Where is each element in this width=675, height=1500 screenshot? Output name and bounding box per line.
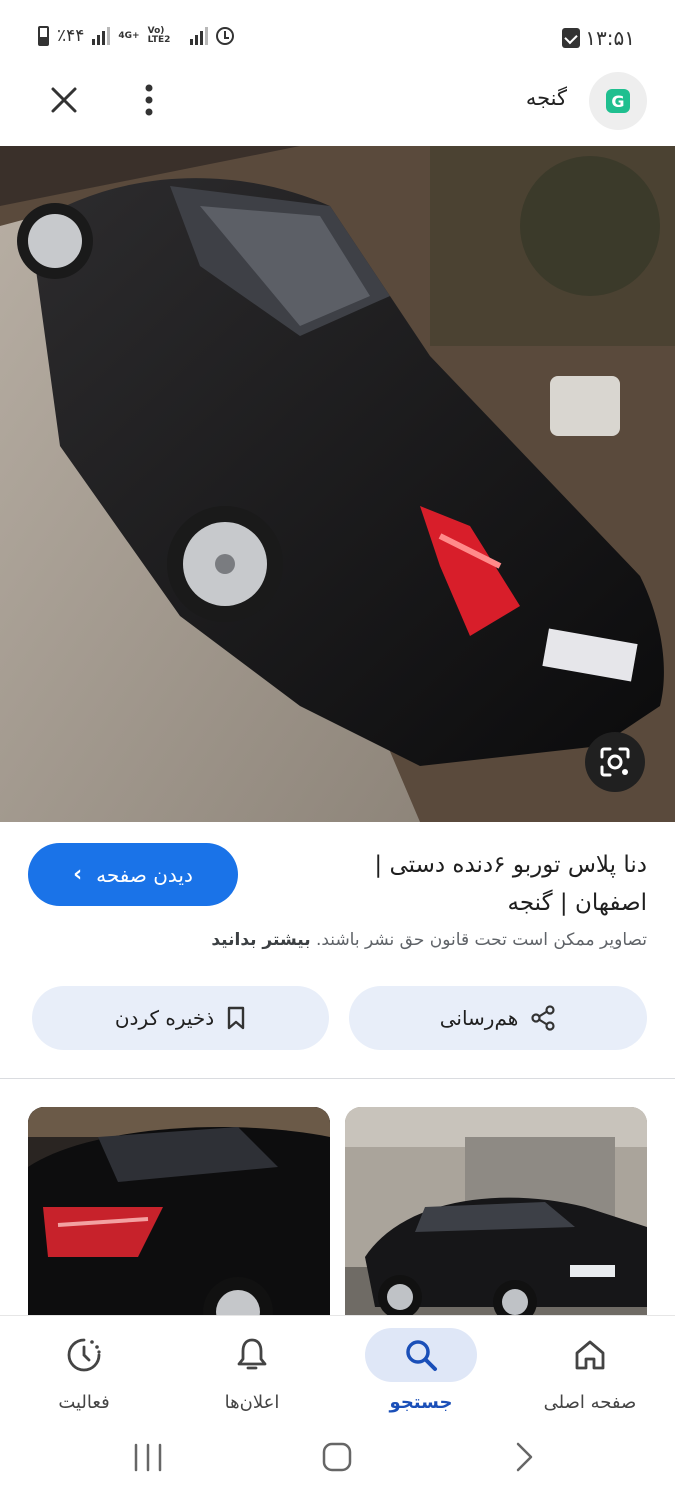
clock: ۱۳:۵۱ — [585, 26, 635, 50]
result-title-line-1: دنا پلاس توربو ۶دنده دستی | — [374, 852, 647, 878]
share-icon — [531, 1005, 555, 1031]
close-icon — [51, 87, 77, 113]
nav-notifications[interactable]: اعلان‌ها — [168, 1316, 336, 1430]
site-logo-letter: G — [606, 89, 630, 113]
search-icon — [365, 1328, 477, 1382]
google-lens-button[interactable] — [585, 732, 645, 792]
related-car-photo — [28, 1107, 330, 1327]
signal-icon-2 — [189, 27, 208, 45]
status-icons-left: ٪۴۴ 4G+ Vo) LTE2 — [38, 26, 234, 46]
share-button[interactable]: هم‌رسانی — [349, 986, 647, 1050]
save-label: ذخیره کردن — [114, 1006, 215, 1030]
related-image[interactable] — [345, 1107, 647, 1327]
more-options-button[interactable] — [127, 78, 171, 122]
related-image[interactable] — [28, 1107, 330, 1327]
site-name[interactable]: گنجه — [526, 86, 567, 110]
car-photo — [0, 146, 675, 822]
system-navigation-bar — [0, 1430, 675, 1500]
checkbox-notification-icon — [562, 28, 580, 48]
home-button[interactable] — [322, 1442, 352, 1472]
more-vert-icon — [145, 84, 153, 116]
back-button[interactable] — [516, 1442, 533, 1472]
visit-page-button[interactable]: ‹ دیدن صفحه — [28, 843, 238, 906]
close-button[interactable] — [42, 78, 86, 122]
nav-home[interactable]: صفحه اصلی — [506, 1316, 674, 1430]
bottom-navigation: فعالیت اعلان‌ها جستجو صفحه اصلی — [0, 1316, 675, 1430]
activity-icon — [28, 1328, 140, 1382]
site-logo[interactable]: G — [589, 72, 647, 130]
battery-icon — [38, 26, 49, 46]
nav-notifications-label: اعلان‌ها — [224, 1392, 280, 1413]
chevron-left-icon: ‹ — [73, 862, 83, 887]
home-icon — [534, 1328, 646, 1382]
nav-search[interactable]: جستجو — [337, 1316, 505, 1430]
nav-activity-label: فعالیت — [58, 1392, 110, 1413]
network-indicator-1: 4G+ — [118, 30, 140, 41]
nav-activity[interactable]: فعالیت — [0, 1316, 168, 1430]
copyright-notice: تصاویر ممکن است تحت قانون حق نشر باشند. … — [27, 930, 647, 950]
network-indicator-2: Vo) LTE2 — [147, 26, 171, 45]
recent-apps-button[interactable] — [134, 1443, 162, 1472]
divider — [0, 1078, 675, 1079]
nav-home-label: صفحه اصلی — [543, 1392, 637, 1413]
nav-search-label: جستجو — [389, 1392, 453, 1413]
bookmark-icon — [227, 1006, 245, 1030]
result-title[interactable]: دنا پلاس توربو ۶دنده دستی | اصفهان | گنج… — [307, 846, 647, 922]
battery-percent: ٪۴۴ — [57, 26, 85, 46]
copyright-text: تصاویر ممکن است تحت قانون حق نشر باشند. — [315, 930, 647, 950]
signal-icon — [92, 27, 111, 45]
related-car-photo — [345, 1107, 647, 1327]
result-title-line-2: اصفهان | گنجه — [507, 890, 648, 916]
main-image[interactable] — [0, 146, 675, 822]
bell-icon — [196, 1328, 308, 1382]
viewer-header: گنجه G — [0, 72, 675, 146]
lens-icon — [600, 747, 630, 777]
alarm-icon — [215, 27, 234, 45]
share-label: هم‌رسانی — [439, 1006, 519, 1030]
save-button[interactable]: ذخیره کردن — [32, 986, 329, 1050]
learn-more-link[interactable]: بیشتر بدانید — [211, 930, 310, 950]
status-bar: ٪۴۴ 4G+ Vo) LTE2 ۱۳:۵۱ — [0, 0, 675, 78]
visit-page-label: دیدن صفحه — [96, 862, 193, 887]
